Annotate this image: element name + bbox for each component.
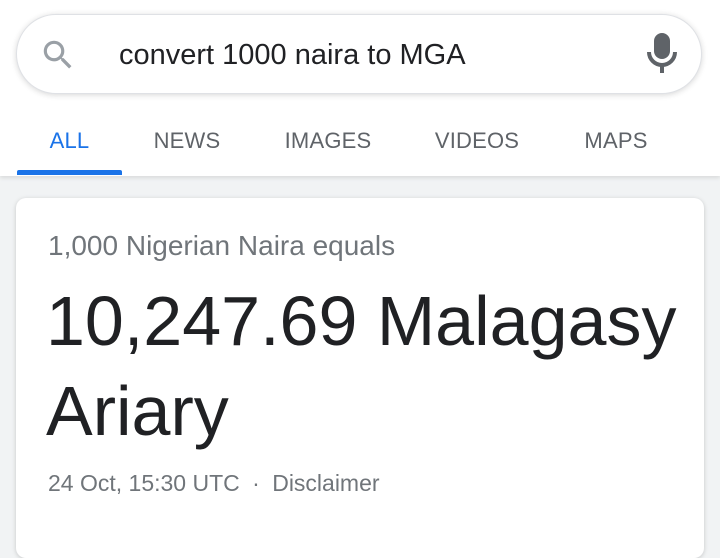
tab-images-label: IMAGES [284, 128, 372, 153]
conversion-meta: 24 Oct, 15:30 UTC · Disclaimer [48, 470, 380, 497]
tab-news-label: NEWS [153, 128, 221, 153]
tab-maps[interactable]: MAPS [566, 110, 666, 176]
currency-converter-card: 1,000 Nigerian Naira equals 10,247.69 Ma… [16, 198, 704, 558]
disclaimer-link[interactable]: Disclaimer [272, 470, 379, 496]
search-header: convert 1000 naira to MGA ALL NEWS IMAGE… [0, 0, 720, 176]
meta-separator: · [252, 470, 260, 496]
search-icon[interactable] [39, 36, 77, 74]
conversion-result: 10,247.69 Malagasy Ariary [46, 282, 677, 450]
active-tab-indicator [17, 170, 122, 175]
search-input[interactable]: convert 1000 naira to MGA [119, 15, 466, 95]
search-box[interactable]: convert 1000 naira to MGA [16, 14, 702, 94]
search-tabs: ALL NEWS IMAGES VIDEOS MAPS [0, 110, 720, 176]
tab-all[interactable]: ALL [17, 110, 122, 176]
tab-videos-label: VIDEOS [434, 128, 520, 153]
microphone-icon[interactable] [645, 33, 679, 77]
tab-all-label: ALL [49, 128, 90, 153]
conversion-source-text: 1,000 Nigerian Naira equals [48, 230, 396, 261]
tab-images[interactable]: IMAGES [268, 110, 388, 176]
conversion-timestamp: 24 Oct, 15:30 UTC [48, 470, 240, 496]
tab-news[interactable]: NEWS [136, 110, 238, 176]
tab-maps-label: MAPS [584, 128, 648, 153]
tab-videos[interactable]: VIDEOS [420, 110, 534, 176]
